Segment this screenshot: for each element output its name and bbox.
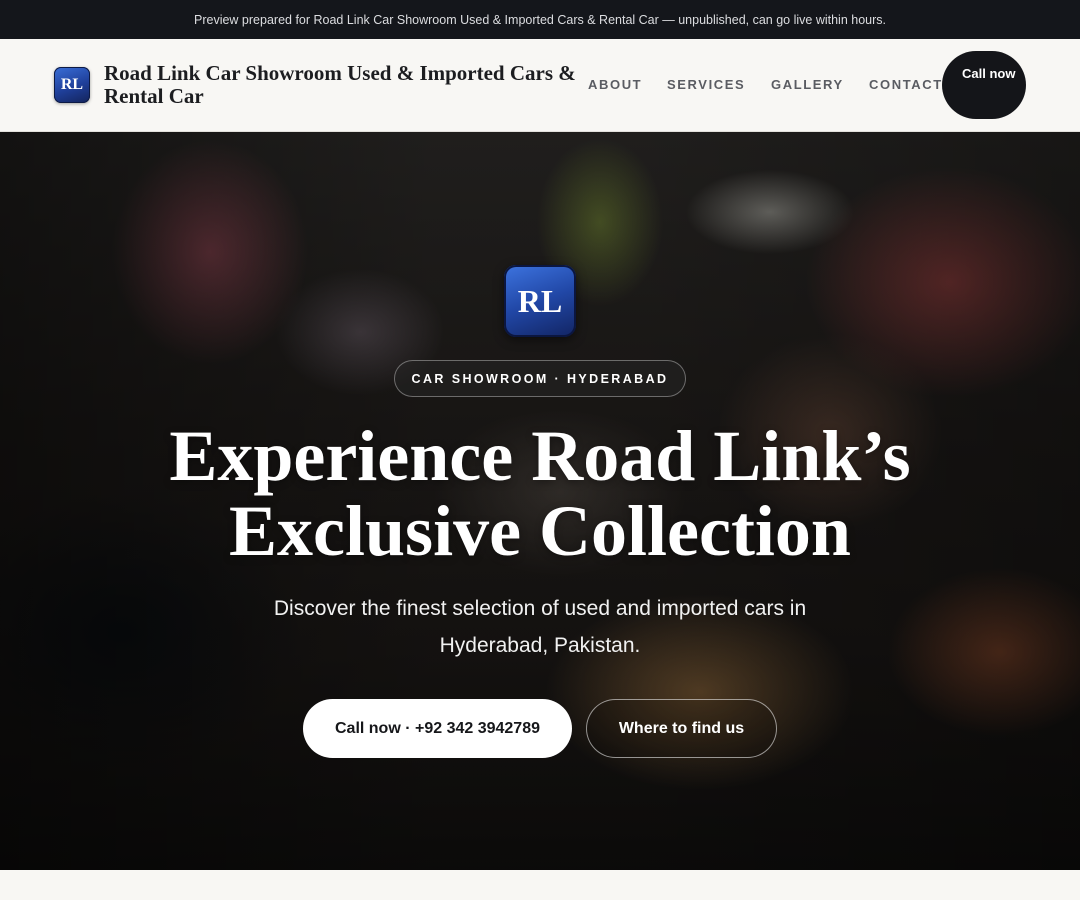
- brand-logo-text: RL: [60, 76, 84, 93]
- hero-logo: RL: [504, 265, 576, 337]
- hero-badge: CAR SHOWROOM · HYDERABAD: [394, 360, 686, 397]
- hero-section: RL CAR SHOWROOM · HYDERABAD Experience R…: [0, 132, 1080, 870]
- header-call-button[interactable]: Call now: [942, 51, 1026, 119]
- where-to-find-us-button[interactable]: Where to find us: [586, 699, 777, 758]
- nav-link-gallery[interactable]: GALLERY: [771, 77, 844, 92]
- site-header: RL Road Link Car Showroom Used & Importe…: [0, 39, 1080, 132]
- nav-link-services[interactable]: SERVICES: [667, 77, 745, 92]
- preview-banner: Preview prepared for Road Link Car Showr…: [0, 0, 1080, 39]
- nav-link-about[interactable]: ABOUT: [588, 77, 642, 92]
- hero-title: Experience Road Link’s Exclusive Collect…: [169, 416, 911, 571]
- brand-name[interactable]: Road Link Car Showroom Used & Imported C…: [104, 62, 594, 108]
- next-section: [0, 870, 1080, 900]
- nav-link-contact[interactable]: CONTACT: [869, 77, 943, 92]
- hero-subtitle: Discover the finest selection of used an…: [273, 597, 807, 657]
- call-now-button[interactable]: Call now · +92 342 3942789: [303, 699, 572, 758]
- hero-logo-text: RL: [517, 282, 563, 319]
- preview-banner-text: Preview prepared for Road Link Car Showr…: [194, 12, 886, 27]
- brand-logo[interactable]: RL: [54, 67, 90, 103]
